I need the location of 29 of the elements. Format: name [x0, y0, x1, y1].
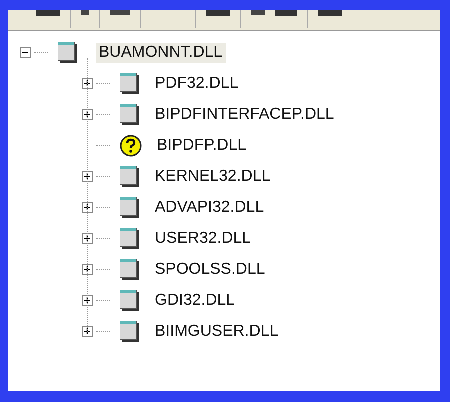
expand-toggle[interactable] — [82, 78, 93, 89]
tree-item[interactable]: BUAMONNT.DLL — [96, 42, 226, 62]
expand-toggle[interactable] — [82, 326, 93, 337]
module-icon — [58, 42, 78, 64]
question-mark-icon — [120, 134, 142, 156]
expand-toggle[interactable] — [82, 264, 93, 275]
tree-item[interactable]: BIPDFINTERFACEP.DLL — [152, 104, 338, 124]
tree-item[interactable]: KERNEL32.DLL — [152, 166, 274, 186]
expand-toggle[interactable] — [82, 233, 93, 244]
module-icon — [120, 104, 140, 126]
module-icon — [120, 196, 140, 218]
tree-item[interactable]: USER32.DLL — [152, 228, 254, 248]
expand-toggle[interactable] — [82, 171, 93, 182]
module-icon — [120, 166, 140, 188]
module-icon — [120, 290, 140, 312]
tree-item[interactable]: SPOOLSS.DLL — [152, 260, 268, 280]
collapse-toggle[interactable] — [20, 47, 31, 58]
expand-toggle[interactable] — [82, 295, 93, 306]
module-icon — [120, 320, 140, 342]
tree-item[interactable]: BIIMGUSER.DLL — [152, 322, 282, 342]
tree-item[interactable]: BIPDFP.DLL — [154, 136, 250, 156]
module-icon — [120, 228, 140, 250]
tree-item[interactable]: GDI32.DLL — [152, 290, 238, 310]
tree-item[interactable]: ADVAPI32.DLL — [152, 198, 268, 218]
expand-toggle[interactable] — [82, 202, 93, 213]
expand-toggle[interactable] — [82, 109, 93, 120]
module-icon — [120, 258, 140, 280]
tree-item[interactable]: PDF32.DLL — [152, 74, 242, 94]
module-icon — [120, 72, 140, 94]
